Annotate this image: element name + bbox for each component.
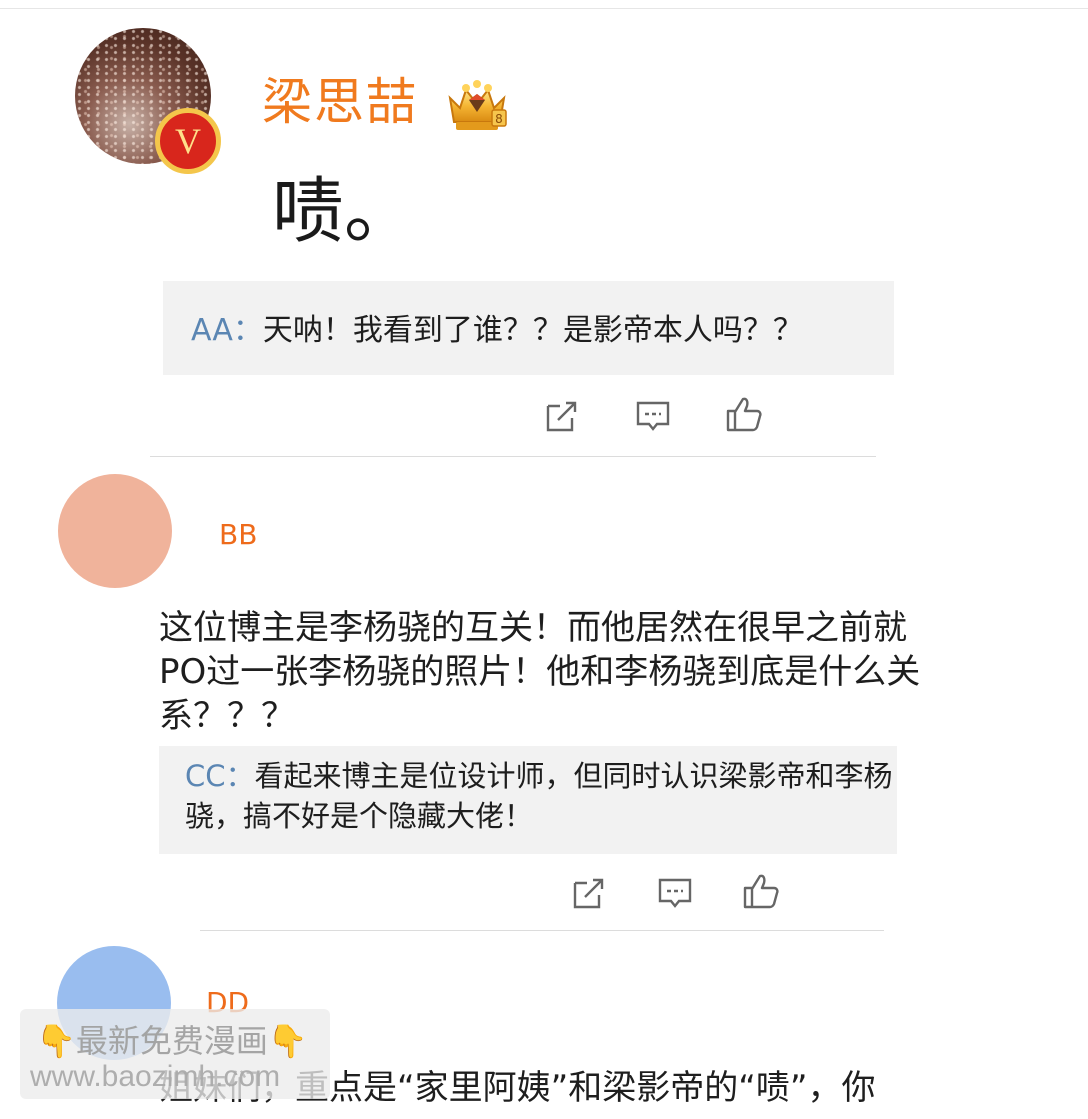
share-icon[interactable] (542, 396, 582, 436)
avatar[interactable] (58, 474, 172, 588)
divider (150, 456, 876, 457)
divider (200, 930, 884, 931)
quote-separator: ： (225, 759, 255, 793)
verified-badge: V (155, 108, 221, 174)
like-icon[interactable] (724, 394, 764, 434)
username[interactable]: BB (219, 518, 257, 551)
quote-author[interactable]: CC (185, 759, 226, 793)
svg-text:8: 8 (495, 112, 503, 126)
post-text: 这位博主是李杨骁的互关！而他居然在很早之前就PO过一张李杨骁的照片！他和李杨骁到… (159, 608, 921, 736)
crown-diamond-icon: 8 (442, 78, 512, 134)
quoted-comment[interactable]: CC：看起来博主是位设计师，但同时认识梁影帝和李杨骁，搞不好是个隐藏大佬！ (159, 746, 897, 854)
username[interactable]: 梁思喆 (262, 72, 418, 132)
watermark-url: www.baozimh.com (30, 1060, 281, 1093)
top-divider (0, 8, 1088, 9)
comment-icon[interactable] (633, 396, 673, 436)
comment-icon[interactable] (655, 873, 695, 913)
share-icon[interactable] (569, 873, 609, 913)
watermark-text: 👇最新免费漫画👇 (36, 1022, 308, 1060)
quote-text: 看起来博主是位设计师，但同时认识梁影帝和李杨骁，搞不好是个隐藏大佬！ (185, 759, 893, 833)
post-text: 啧。 (272, 169, 417, 253)
quote-author[interactable]: AA (191, 313, 233, 348)
quote-separator: ： (232, 313, 263, 348)
quote-text: 天呐！我看到了谁？？是影帝本人吗？？ (262, 313, 803, 348)
like-icon[interactable] (741, 871, 781, 911)
quoted-comment[interactable]: AA：天呐！我看到了谁？？是影帝本人吗？？ (163, 281, 894, 375)
